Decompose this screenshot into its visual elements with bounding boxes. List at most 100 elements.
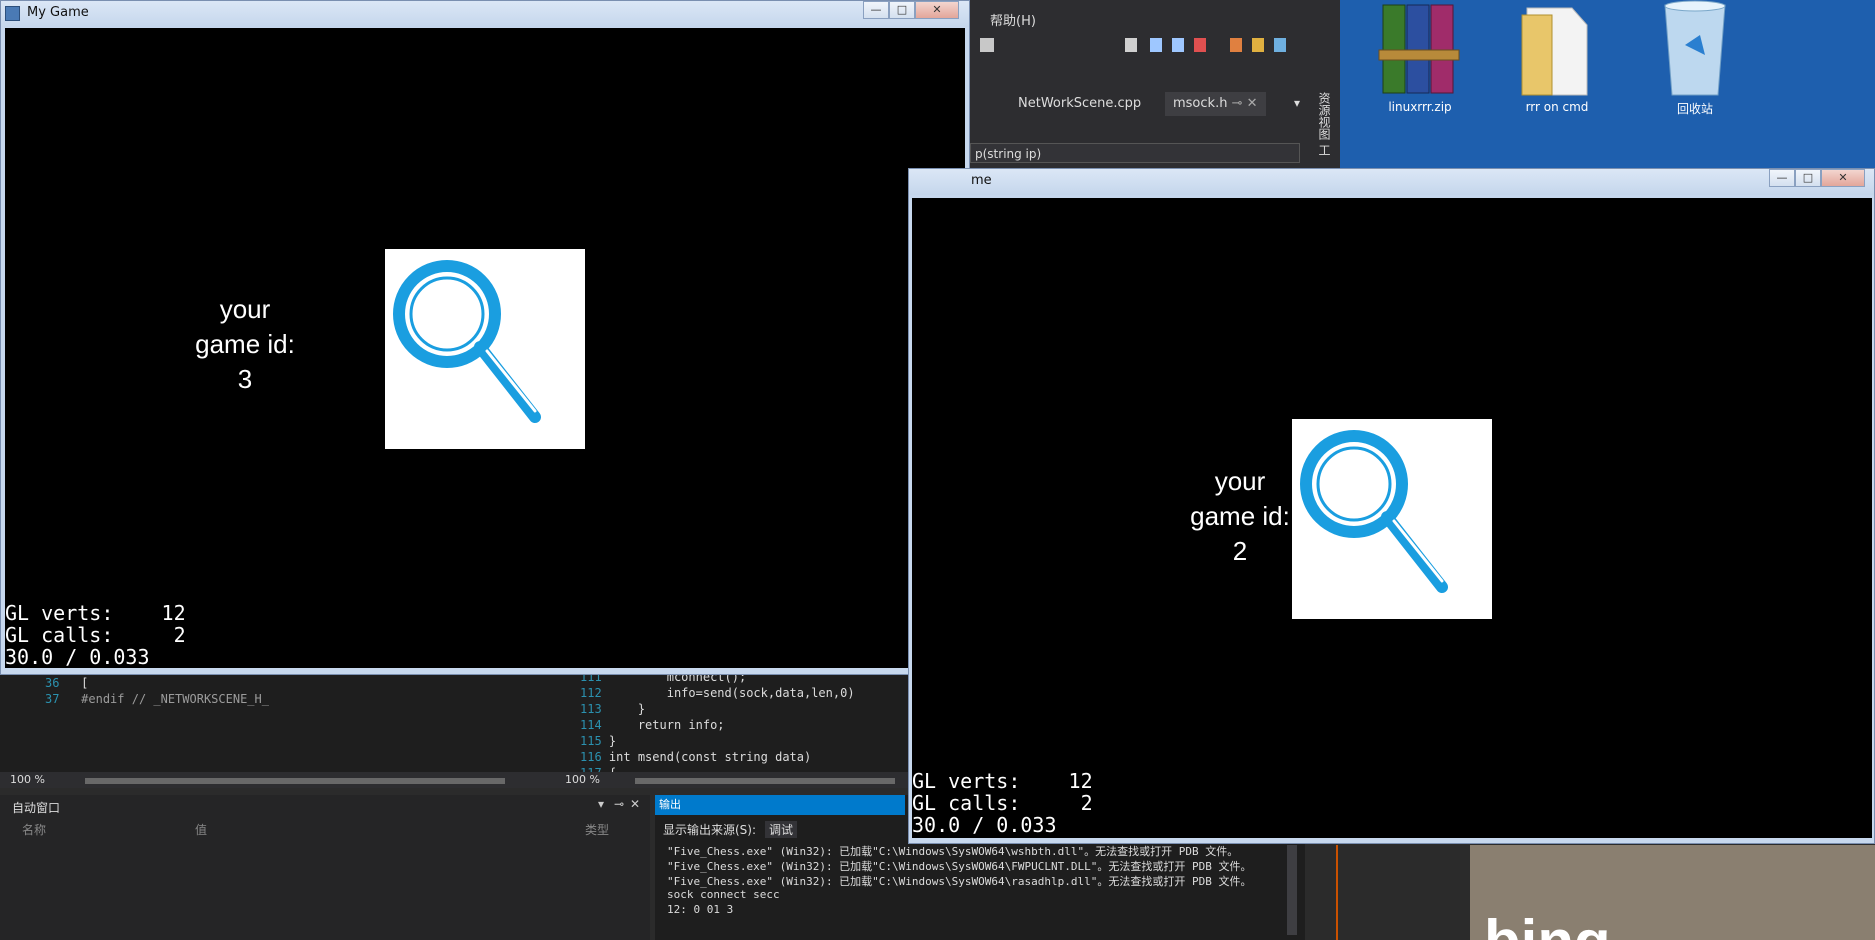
code-text: #endif // _NETWORKSCENE_H_: [81, 692, 269, 706]
menu-help[interactable]: 帮助(H): [990, 10, 1036, 29]
find-icon[interactable]: [1274, 38, 1286, 52]
desktop-icon-label: 回收站: [1676, 102, 1713, 116]
desktop-icon-rrr-on-cmd[interactable]: rrr on cmd: [1502, 0, 1612, 114]
code-text: info=send(sock,data,len,0): [608, 686, 855, 700]
gl-calls-value: 2: [1080, 791, 1093, 815]
desktop: linuxrrr.zip rrr on cmd 回收站: [1335, 0, 1875, 170]
output-source-select[interactable]: 调试: [765, 821, 798, 838]
title-bar[interactable]: me — □ ✕: [909, 169, 1874, 195]
maximize-button[interactable]: □: [1795, 169, 1821, 187]
pin-icon[interactable]: ⊸: [614, 797, 624, 811]
line-number: 37: [45, 692, 60, 706]
resource-view-tab[interactable]: 资源视图: [1317, 92, 1331, 140]
close-button[interactable]: ✕: [1821, 169, 1865, 187]
label-line: your: [219, 294, 271, 324]
code-editor-left[interactable]: 36 [ 37 #endif // _NETWORKSCENE_H_: [0, 672, 560, 772]
ide-tab-bar: NetWorkScene.cpp msock.h ⊸ ✕ ▾: [960, 92, 1300, 116]
search-button[interactable]: [385, 249, 585, 449]
window-title: My Game: [27, 5, 89, 20]
zoom-dropdown[interactable]: 100 %: [565, 773, 600, 786]
code-line: 115 }: [580, 734, 616, 748]
folder-icon: [1512, 0, 1602, 100]
gl-stats: GL verts: 12 GL calls: 2 30.0 / 0.033: [5, 602, 186, 668]
code-line: 36 [: [45, 676, 88, 690]
column-header-type[interactable]: 类型: [585, 821, 609, 838]
horizontal-scrollbar[interactable]: [85, 778, 505, 784]
gl-verts-value: 12: [161, 601, 186, 625]
toolbar-icon[interactable]: [980, 38, 994, 52]
app-icon: [5, 6, 20, 21]
tab-networkscene-cpp[interactable]: NetWorkScene.cpp: [1010, 92, 1149, 116]
game-id-value: 3: [237, 364, 253, 395]
column-header-value[interactable]: 值: [195, 821, 207, 838]
line-number: 112: [580, 686, 602, 700]
ide-menubar: 帮助(H): [960, 0, 1340, 34]
side-panel-tabs: 资源视图 工: [1305, 92, 1333, 172]
desktop-icon-linuxrrr[interactable]: linuxrrr.zip: [1365, 0, 1475, 114]
bookmark-clear-icon[interactable]: [1194, 38, 1206, 52]
search-button[interactable]: [1292, 419, 1492, 619]
fps-readout: 30.0 / 0.033: [5, 645, 150, 668]
game-canvas[interactable]: your game id: 2 GL verts: 12 GL calls: 2…: [912, 198, 1872, 838]
label-line: game id:: [195, 329, 295, 360]
vertical-scrollbar[interactable]: [1287, 845, 1297, 935]
output-line: "Five_Chess.exe" (Win32): 已加载"C:\Windows…: [667, 860, 1252, 873]
tab-msock-h[interactable]: msock.h ⊸ ✕: [1165, 92, 1266, 116]
panel-divider: [1336, 845, 1338, 940]
close-button[interactable]: ✕: [915, 1, 959, 19]
code-text: }: [608, 734, 617, 748]
desktop-icon-label: rrr on cmd: [1525, 100, 1589, 114]
search-icon: [393, 260, 541, 423]
line-number: 113: [580, 702, 602, 716]
bing-wallpaper: bing: [1470, 845, 1875, 940]
bookmark-icon[interactable]: [1125, 38, 1137, 52]
minimize-button[interactable]: —: [863, 1, 889, 19]
close-icon[interactable]: ✕: [630, 797, 640, 811]
window-title: me: [971, 173, 992, 188]
column-header-name[interactable]: 名称: [22, 821, 46, 838]
desktop-icon-recycle-bin[interactable]: 回收站: [1640, 0, 1750, 117]
toolbar-tool-icon[interactable]: [1230, 38, 1242, 52]
desktop-icon-label: linuxrrr.zip: [1388, 100, 1452, 114]
bing-logo-text: bing: [1484, 907, 1611, 940]
code-line: 37 #endif // _NETWORKSCENE_H_: [45, 692, 269, 706]
bookmark-next-icon[interactable]: [1172, 38, 1184, 52]
code-text: }: [608, 702, 646, 716]
code-text: [: [81, 676, 89, 690]
close-icon[interactable]: ✕: [1247, 96, 1258, 111]
gl-calls-value: 2: [173, 623, 186, 647]
minimize-button[interactable]: —: [1769, 169, 1795, 187]
side-tab[interactable]: 工: [1317, 144, 1331, 156]
output-line: sock connect secc: [667, 888, 780, 901]
code-line: 113 }: [580, 702, 645, 716]
code-text: return info;: [608, 718, 725, 732]
game-window-2[interactable]: me — □ ✕ your game id: 2 GL verts: 12 GL…: [908, 168, 1875, 844]
code-editor-right[interactable]: 111 mconnect(); 112 info=send(sock,data,…: [560, 670, 910, 780]
title-bar[interactable]: My Game — □ ✕: [1, 1, 969, 27]
gl-verts-value: 12: [1068, 769, 1093, 793]
game-canvas[interactable]: your game id: 3 GL verts: 12 GL calls: 2…: [5, 28, 965, 668]
code-line: 112 info=send(sock,data,len,0): [580, 686, 855, 700]
recycle-bin-icon: [1650, 0, 1740, 100]
zoom-bar-left: 100 %: [0, 772, 560, 788]
winrar-archive-icon: [1375, 0, 1465, 100]
search-icon: [1300, 430, 1448, 593]
line-number: 114: [580, 718, 602, 732]
toolbar-tool-icon[interactable]: [1252, 38, 1264, 52]
tab-overflow-icon[interactable]: ▾: [1294, 96, 1300, 110]
function-dropdown[interactable]: p(string ip): [970, 143, 1300, 163]
gl-calls-label: GL calls:: [912, 791, 1021, 815]
panel-title: 自动窗口: [12, 801, 61, 815]
maximize-button[interactable]: □: [889, 1, 915, 19]
bookmark-prev-icon[interactable]: [1150, 38, 1162, 52]
game-window-1[interactable]: My Game — □ ✕ your game id: 3 GL verts: …: [0, 0, 970, 675]
code-line: 116 int msend(const string data): [580, 750, 811, 764]
code-text: int msend(const string data): [608, 750, 812, 764]
output-line: "Five_Chess.exe" (Win32): 已加载"C:\Windows…: [667, 845, 1239, 858]
horizontal-scrollbar[interactable]: [635, 778, 895, 784]
output-title: 输出: [655, 795, 905, 815]
window-controls: — □ ✕: [863, 1, 963, 19]
pin-icon[interactable]: ⊸: [1232, 96, 1243, 111]
zoom-dropdown[interactable]: 100 %: [10, 773, 45, 786]
dropdown-icon[interactable]: ▾: [598, 797, 604, 811]
